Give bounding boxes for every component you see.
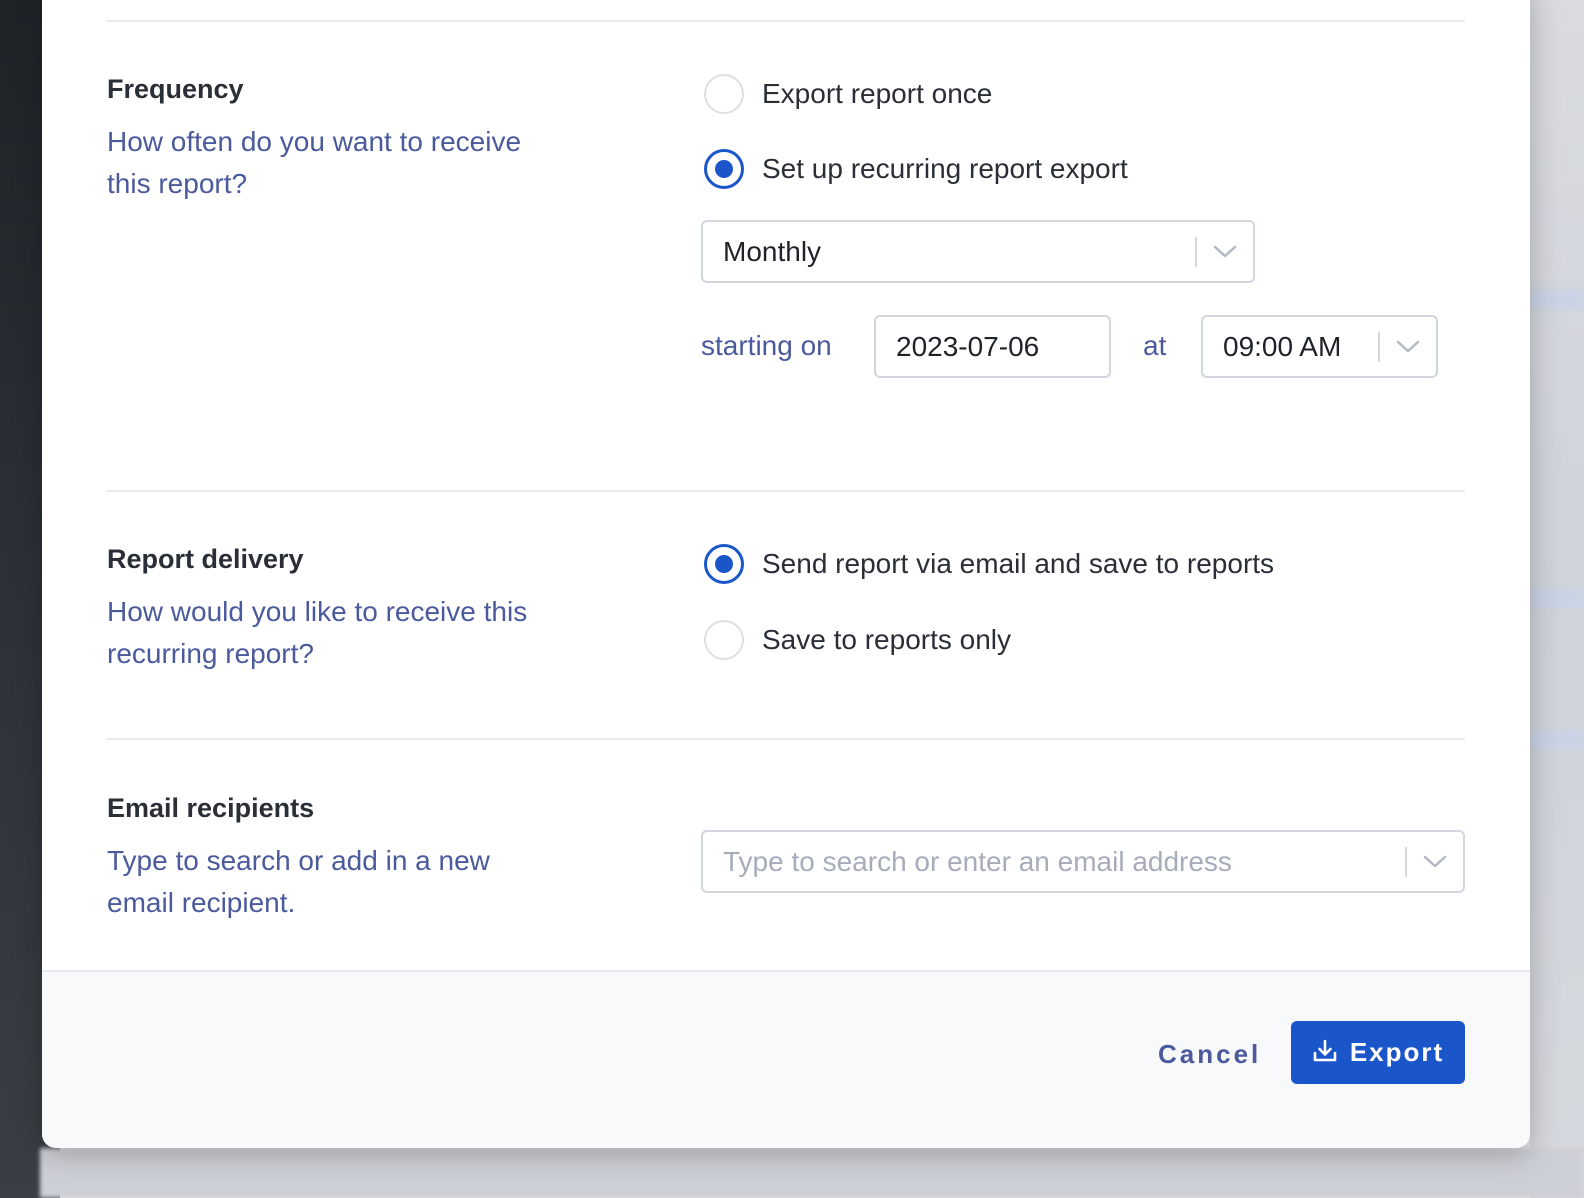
interval-select[interactable]: Monthly xyxy=(701,220,1255,283)
recipients-description: Type to search or add in a new email rec… xyxy=(107,845,490,918)
export-button-label: Export xyxy=(1349,1037,1445,1067)
background-app-content xyxy=(1530,0,1584,1198)
modal-footer: Cancel Export xyxy=(42,970,1530,1148)
radio-button[interactable] xyxy=(704,620,744,660)
export-report-modal: Frequency How often do you want to recei… xyxy=(42,0,1530,1148)
section-divider xyxy=(107,738,1465,740)
radio-save-only[interactable]: Save to reports only xyxy=(704,619,1011,661)
radio-label: Export report once xyxy=(762,78,993,109)
radio-label: Save to reports only xyxy=(762,624,1012,655)
chevron-down-icon[interactable] xyxy=(1407,842,1463,882)
radio-button-selected[interactable] xyxy=(704,149,744,189)
recipients-title: Email recipients xyxy=(107,793,315,823)
starting-on-label: starting on xyxy=(701,330,832,361)
email-recipient-select[interactable]: Type to search or enter an email address xyxy=(701,830,1465,893)
delivery-description: How would you like to receive this recur… xyxy=(107,596,528,669)
radio-email-and-save[interactable]: Send report via email and save to report… xyxy=(704,543,1274,585)
email-recipient-placeholder[interactable]: Type to search or enter an email address xyxy=(723,846,1405,878)
frequency-description: How often do you want to receive this re… xyxy=(107,126,522,199)
start-date-input[interactable]: 2023-07-06 xyxy=(874,315,1111,378)
radio-label: Send report via email and save to report… xyxy=(762,548,1275,579)
download-icon xyxy=(1312,1038,1338,1067)
chevron-down-icon[interactable] xyxy=(1380,327,1436,367)
delivery-title: Report delivery xyxy=(107,544,304,574)
radio-recurring-export[interactable]: Set up recurring report export xyxy=(704,148,1128,190)
radio-label: Set up recurring report export xyxy=(762,153,1128,184)
chevron-down-icon[interactable] xyxy=(1197,232,1253,272)
cancel-button[interactable]: Cancel xyxy=(1152,1024,1267,1084)
radio-export-once[interactable]: Export report once xyxy=(704,73,992,115)
radio-button[interactable] xyxy=(704,74,744,114)
time-select[interactable]: 09:00 AM xyxy=(1201,315,1438,378)
interval-value: Monthly xyxy=(723,235,822,267)
time-value: 09:00 AM xyxy=(1223,330,1342,362)
section-divider xyxy=(107,20,1465,22)
export-button[interactable]: Export xyxy=(1291,1021,1465,1084)
radio-button-selected[interactable] xyxy=(704,544,744,584)
background-app-table xyxy=(40,1148,1584,1198)
section-divider xyxy=(107,490,1465,492)
frequency-title: Frequency xyxy=(107,74,244,104)
at-label: at xyxy=(1143,330,1167,361)
